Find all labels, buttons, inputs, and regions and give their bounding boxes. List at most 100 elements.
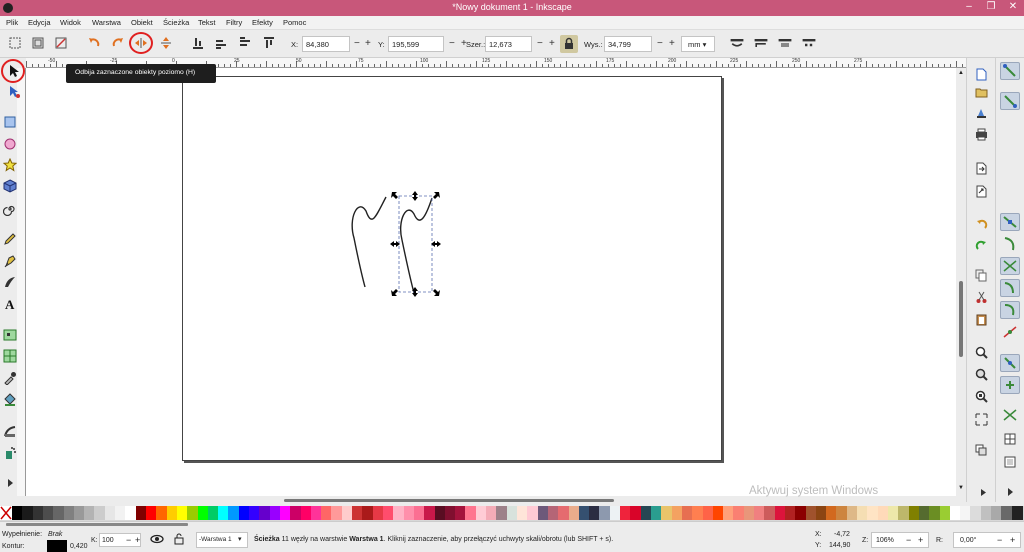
- star-tool-icon[interactable]: [3, 158, 17, 172]
- zoom-drawing-icon[interactable]: [975, 368, 988, 381]
- spray-tool-icon[interactable]: [3, 446, 17, 460]
- zoom-decrement-button[interactable]: −: [906, 535, 911, 545]
- circle-tool-icon[interactable]: [3, 137, 17, 151]
- group-icon[interactable]: [975, 444, 988, 457]
- transform-gradients-icon[interactable]: [777, 35, 797, 51]
- text-tool-icon[interactable]: A: [3, 297, 17, 311]
- transform-patterns-icon[interactable]: [801, 35, 821, 51]
- node-tool-icon[interactable]: [7, 85, 21, 99]
- raise-to-top-icon[interactable]: [261, 35, 277, 51]
- vertical-scroll-thumb[interactable]: [959, 281, 963, 357]
- left-curve-path[interactable]: [351, 196, 387, 288]
- undo-icon[interactable]: [975, 218, 988, 231]
- commands-more-icon[interactable]: [977, 486, 990, 499]
- rotation-decrement-button[interactable]: −: [997, 535, 1002, 545]
- snap-page-border-icon[interactable]: [1000, 407, 1020, 425]
- height-decrement-button[interactable]: −: [657, 38, 663, 49]
- snap-cusp-nodes-icon[interactable]: [1000, 279, 1020, 297]
- menu-view[interactable]: Widok: [60, 18, 81, 27]
- select-all-layers-icon[interactable]: [30, 35, 46, 51]
- pen-tool-icon[interactable]: [3, 254, 17, 268]
- menu-path[interactable]: Ścieżka: [163, 18, 189, 27]
- copy-icon[interactable]: [975, 269, 988, 282]
- mesh-tool-icon[interactable]: [3, 349, 17, 363]
- duplicate-icon[interactable]: [975, 413, 988, 426]
- stroke-width-value[interactable]: 0,420: [70, 543, 88, 550]
- menu-help[interactable]: Pomoc: [283, 18, 306, 27]
- no-paint-swatch[interactable]: [0, 506, 12, 520]
- palette-swatch[interactable]: [1011, 506, 1024, 520]
- snap-smooth-nodes-icon[interactable]: [1000, 301, 1020, 319]
- tweak-tool-icon[interactable]: [3, 424, 17, 438]
- calligraphy-tool-icon[interactable]: [3, 275, 17, 289]
- cut-icon[interactable]: [975, 291, 988, 304]
- print-document-icon[interactable]: [975, 128, 988, 141]
- menu-edit[interactable]: Edycja: [28, 18, 51, 27]
- width-increment-button[interactable]: +: [549, 38, 555, 49]
- open-document-icon[interactable]: [975, 86, 988, 99]
- pencil-tool-icon[interactable]: [3, 232, 17, 246]
- menu-filters[interactable]: Filtry: [226, 18, 242, 27]
- spiral-tool-icon[interactable]: [3, 202, 17, 216]
- select-all-icon[interactable]: [7, 35, 23, 51]
- layer-lock-icon[interactable]: [174, 533, 184, 545]
- menu-extensions[interactable]: Efekty: [252, 18, 273, 27]
- zoom-page-icon[interactable]: [975, 390, 988, 403]
- toolbox-more-icon[interactable]: [3, 476, 17, 490]
- x-decrement-button[interactable]: −: [354, 38, 360, 49]
- x-increment-button[interactable]: +: [365, 38, 371, 49]
- paint-bucket-tool-icon[interactable]: [3, 393, 17, 407]
- rectangle-tool-icon[interactable]: [3, 115, 17, 129]
- snap-nodes-icon[interactable]: [1000, 213, 1020, 231]
- deselect-icon[interactable]: [53, 35, 69, 51]
- flip-vertical-icon[interactable]: [158, 35, 174, 51]
- opacity-increment-button[interactable]: +: [135, 535, 140, 545]
- drawing-canvas[interactable]: [26, 68, 956, 496]
- snap-more-icon[interactable]: [1000, 484, 1020, 502]
- rotate-cw-icon[interactable]: [110, 35, 126, 51]
- snap-guide-icon[interactable]: [1000, 454, 1020, 472]
- lock-proportions-button[interactable]: [560, 35, 578, 53]
- export-icon[interactable]: [975, 185, 988, 198]
- y-input[interactable]: [388, 36, 444, 52]
- zoom-increment-button[interactable]: +: [918, 535, 923, 545]
- horizontal-scroll-thumb[interactable]: [284, 499, 614, 502]
- scroll-up-icon[interactable]: ▲: [958, 70, 964, 76]
- y-decrement-button[interactable]: −: [449, 38, 455, 49]
- lower-icon[interactable]: [213, 35, 229, 51]
- snap-grid-icon[interactable]: [1000, 431, 1020, 449]
- raise-icon[interactable]: [237, 35, 253, 51]
- menu-text[interactable]: Tekst: [198, 18, 216, 27]
- unit-select[interactable]: mm ▾: [681, 36, 715, 52]
- import-icon[interactable]: [975, 162, 988, 175]
- lower-to-bottom-icon[interactable]: [190, 35, 206, 51]
- x-input[interactable]: [302, 36, 350, 52]
- height-input[interactable]: [604, 36, 652, 52]
- zoom-selection-icon[interactable]: [975, 346, 988, 359]
- minimize-button[interactable]: –: [962, 1, 976, 12]
- snap-enable-icon[interactable]: [1000, 62, 1020, 80]
- new-document-icon[interactable]: [975, 68, 988, 81]
- scroll-down-icon[interactable]: ▼: [958, 485, 964, 491]
- rotate-ccw-icon[interactable]: [86, 35, 102, 51]
- save-document-icon[interactable]: [975, 106, 988, 119]
- snap-object-midpoints-icon[interactable]: [1000, 354, 1020, 372]
- fill-value[interactable]: Brak: [48, 531, 62, 538]
- selection-handles[interactable]: [390, 191, 441, 297]
- right-curve-path[interactable]: [400, 197, 433, 294]
- snap-rotation-center-icon[interactable]: [1000, 376, 1020, 394]
- paste-icon[interactable]: [975, 313, 988, 326]
- horizontal-scrollbar[interactable]: [26, 496, 966, 505]
- gradient-tool-icon[interactable]: [3, 328, 17, 342]
- vertical-scrollbar[interactable]: ▲ ▼: [956, 68, 966, 496]
- scale-corners-icon[interactable]: [753, 35, 773, 51]
- height-increment-button[interactable]: +: [669, 38, 675, 49]
- snap-path-intersection-icon[interactable]: [1000, 257, 1020, 275]
- menu-file[interactable]: Plik: [6, 18, 18, 27]
- stroke-swatch[interactable]: [47, 540, 67, 552]
- rotation-increment-button[interactable]: +: [1010, 535, 1015, 545]
- scale-stroke-icon[interactable]: [729, 35, 749, 51]
- snap-paths-icon[interactable]: [1000, 236, 1020, 254]
- snap-bbox-icon[interactable]: [1000, 92, 1020, 110]
- 3d-box-tool-icon[interactable]: [3, 179, 17, 193]
